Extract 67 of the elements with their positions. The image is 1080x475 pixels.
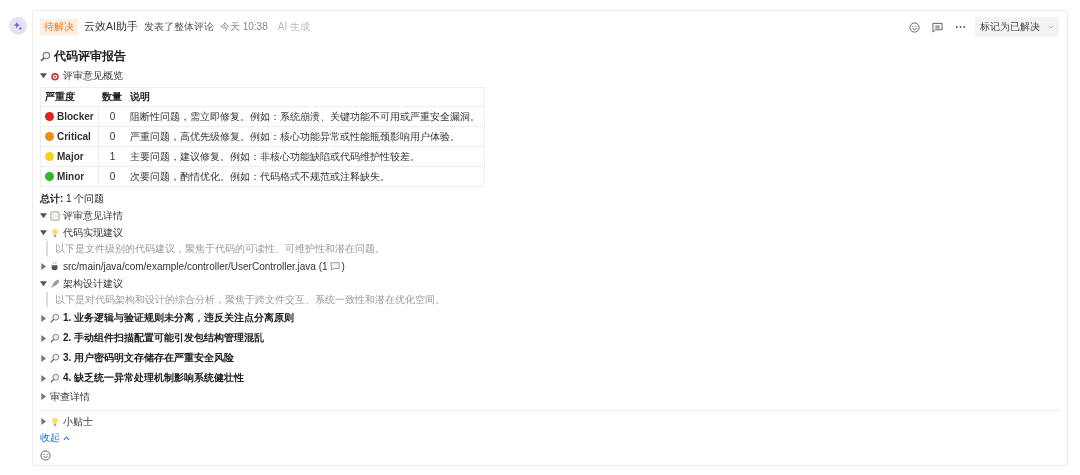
comment-action: 发表了整体评论 xyxy=(143,20,214,34)
coffee-cup-icon xyxy=(50,261,60,271)
table-cell: 0 xyxy=(98,106,127,127)
collapse-link[interactable]: 收起 xyxy=(40,430,70,446)
severity-label: Blocker xyxy=(57,111,94,122)
author-name[interactable]: 云效AI助手 xyxy=(84,20,138,34)
collapsed-caret-icon[interactable] xyxy=(40,393,47,400)
assistant-avatar xyxy=(9,17,27,35)
file-path[interactable]: src/main/java/com/example/controller/UserController.java (1 xyxy=(63,260,328,272)
magnifier-icon xyxy=(50,373,60,383)
magnifier-icon xyxy=(50,333,60,343)
magnifier-icon xyxy=(50,313,60,323)
section-heading[interactable]: 评审意见详情 xyxy=(63,208,123,223)
collapsed-caret-icon[interactable] xyxy=(40,354,47,362)
magnifier-icon xyxy=(40,50,51,62)
column-header: 严重度 xyxy=(40,87,99,107)
section-note: 以下是文件级别的代码建议，聚焦于代码的可读性、可维护性和潜在问题。 xyxy=(46,241,1059,256)
comment-icon xyxy=(329,261,340,271)
section-heading[interactable]: 代码实现建议 xyxy=(63,225,123,240)
section-heading[interactable]: 审查详情 xyxy=(50,389,90,404)
rocket-icon xyxy=(50,278,60,289)
table-cell: 严重问题，高优先级修复。例如：核心功能异常或性能瓶颈影响用户体验。 xyxy=(126,126,485,147)
comment-time: 今天 10:38 xyxy=(219,20,268,34)
collapsed-caret-icon[interactable] xyxy=(40,262,47,270)
target-icon xyxy=(50,70,60,81)
table-cell: 1 xyxy=(98,146,127,167)
severity-label: Major xyxy=(57,151,84,162)
report-title: 代码评审报告 xyxy=(54,47,126,65)
emoji-icon[interactable] xyxy=(909,21,920,33)
expanded-caret-icon[interactable] xyxy=(40,72,47,79)
more-icon[interactable] xyxy=(955,25,966,29)
section-heading[interactable]: 架构设计建议 xyxy=(63,276,123,291)
table-cell: 阻断性问题，需立即修复。例如：系统崩溃、关键功能不可用或严重安全漏洞。 xyxy=(126,106,485,127)
section-heading[interactable]: 小贴士 xyxy=(63,414,93,429)
collapsed-caret-icon[interactable] xyxy=(40,374,47,382)
collapsed-caret-icon[interactable] xyxy=(40,418,47,425)
column-header: 说明 xyxy=(126,87,485,107)
section-heading[interactable]: 评审意见概览 xyxy=(63,68,123,83)
collapsed-caret-icon[interactable] xyxy=(40,334,47,342)
file-path-end: ) xyxy=(341,260,345,272)
column-header: 数量 xyxy=(98,87,127,107)
chevron-up-icon xyxy=(63,435,70,441)
table-cell: 次要问题，酌情优化。例如：代码格式不规范或注释缺失。 xyxy=(126,166,485,187)
status-tag: 待解决 xyxy=(40,19,78,35)
total-summary: 总计: 1 个问题 xyxy=(40,192,106,206)
lightbulb-icon xyxy=(50,416,60,427)
clipboard-icon xyxy=(50,210,60,221)
collapsed-caret-icon[interactable] xyxy=(40,314,47,322)
ai-tag: AI 生成 xyxy=(277,20,310,34)
lightbulb-icon xyxy=(50,227,60,238)
chevron-down-icon xyxy=(1048,25,1054,29)
comment-icon[interactable] xyxy=(932,21,943,33)
resolve-dropdown-button[interactable]: 标记为已解决 xyxy=(975,17,1059,37)
emoji-icon[interactable] xyxy=(40,450,51,461)
issue-heading[interactable]: 3. 用户密码明文存储存在严重安全风险 xyxy=(63,351,235,365)
expanded-caret-icon[interactable] xyxy=(40,229,47,236)
table-cell: 主要问题，建议修复。例如：非核心功能缺陷或代码维护性较差。 xyxy=(126,146,485,167)
expanded-caret-icon[interactable] xyxy=(40,212,47,219)
issue-heading[interactable]: 2. 手动组件扫描配置可能引发包结构管理混乱 xyxy=(63,331,265,345)
expanded-caret-icon[interactable] xyxy=(40,280,47,287)
severity-label: Critical xyxy=(57,131,91,142)
magnifier-icon xyxy=(50,353,60,363)
severity-label: Minor xyxy=(57,171,85,182)
table-cell: 0 xyxy=(98,166,127,187)
issue-heading[interactable]: 4. 缺乏统一异常处理机制影响系统健壮性 xyxy=(63,371,245,385)
table-cell: 0 xyxy=(98,126,127,147)
issue-heading[interactable]: 1. 业务逻辑与验证规则未分离，违反关注点分离原则 xyxy=(63,311,295,325)
